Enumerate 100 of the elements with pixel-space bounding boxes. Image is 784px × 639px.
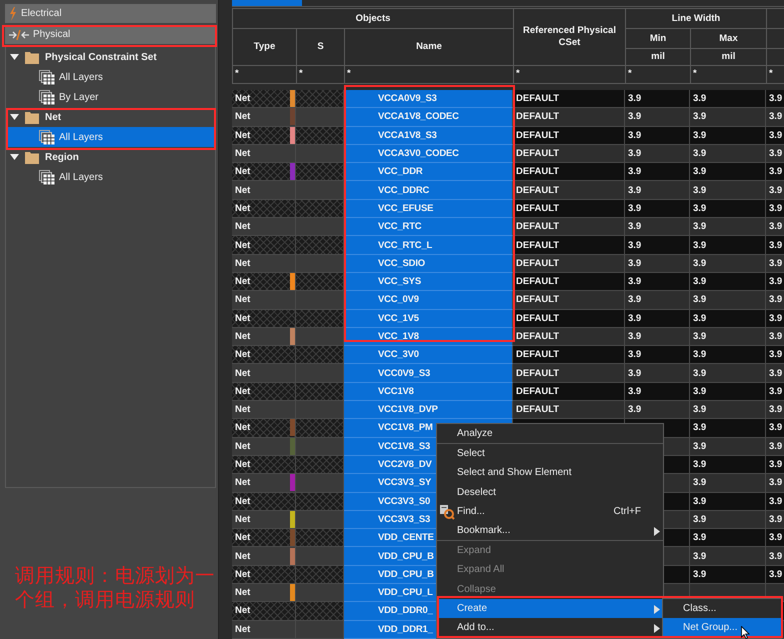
table-cell: Net: [235, 331, 250, 342]
table-cell: DEFAULT: [513, 108, 625, 127]
table-cell: 3.9: [625, 181, 690, 200]
folder-icon: [25, 50, 39, 64]
table-cell: Net: [235, 130, 250, 141]
table-cell: 3.9: [690, 529, 766, 548]
table-cell: Net: [235, 624, 250, 635]
table-cell: 3.9: [690, 236, 766, 255]
table-cell: 3.9: [690, 291, 766, 310]
table-cell: DEFAULT: [513, 90, 625, 108]
table-cell: Net: [235, 404, 250, 416]
find-icon: [439, 504, 455, 520]
expand-arrow-icon[interactable]: [10, 54, 19, 60]
table-cell: Net: [235, 202, 250, 214]
table-cell: 3.9: [690, 401, 766, 420]
name-cell[interactable]: VCC_1V5: [344, 310, 513, 328]
table-cell: Net: [235, 477, 250, 488]
tree-item[interactable]: Physical Constraint Set: [45, 52, 157, 62]
table-cell: Net: [235, 386, 250, 397]
panel-tab[interactable]: Electrical: [5, 4, 216, 23]
table-cell: 3.9: [690, 566, 766, 584]
name-cell[interactable]: VCCA3V0_CODEC: [344, 144, 513, 164]
table-cell: 3.9: [625, 382, 690, 402]
table-cell: Net: [235, 605, 250, 616]
table-cell: Net: [235, 221, 250, 232]
table-cell: Net: [235, 440, 250, 452]
table-cell: 3.9: [690, 254, 766, 273]
table-cell: 3.9: [690, 492, 766, 511]
table-cell: 3.9: [690, 328, 766, 346]
name-cell[interactable]: VCC_DDRC: [344, 181, 513, 200]
table-cell: 3.9: [625, 310, 690, 328]
filter-field[interactable]: *: [232, 65, 297, 84]
tree-item[interactable]: All Layers: [6, 127, 215, 147]
table-cell: 3.9: [690, 181, 766, 200]
table-cell: Net: [235, 148, 250, 160]
table-cell: 3.9: [690, 382, 766, 402]
table-cell: 3.9: [625, 236, 690, 255]
table-cell: DEFAULT: [513, 364, 625, 383]
table-cell: Net: [235, 459, 250, 470]
name-cell[interactable]: VCC1V8_DVP: [344, 401, 513, 420]
table-cell: 3.9: [690, 218, 766, 236]
name-cell[interactable]: VCC1V8: [344, 382, 513, 402]
table-cell: 3.9: [625, 218, 690, 236]
table-cell: Net: [235, 349, 250, 360]
expand-arrow-icon[interactable]: [10, 154, 19, 160]
table-cell: 3.9: [690, 90, 766, 108]
name-cell[interactable]: VCC_RTC: [344, 218, 513, 236]
tree-item[interactable]: By Layer: [6, 87, 215, 107]
name-cell[interactable]: VCC_3V0: [344, 346, 513, 364]
table-cell: 3.9: [690, 310, 766, 328]
table-cell: Net: [235, 294, 250, 306]
table-icon: [39, 130, 55, 144]
table-cell: 3.9: [766, 200, 784, 218]
expand-arrow-icon[interactable]: [10, 114, 19, 120]
table-cell: DEFAULT: [513, 126, 625, 145]
table-cell: 3.9: [766, 529, 784, 548]
table-cell: DEFAULT: [513, 401, 625, 420]
table-cell: 3.9: [766, 310, 784, 328]
table-cell: 3.9: [766, 236, 784, 255]
name-cell[interactable]: VCC_SYS: [344, 272, 513, 292]
name-cell[interactable]: VCC_0V9: [344, 291, 513, 310]
name-cell[interactable]: VCC_DDR: [344, 163, 513, 182]
table-cell: 3.9: [690, 144, 766, 164]
name-cell[interactable]: VCCA0V9_S3: [344, 90, 513, 108]
table-icon: [39, 70, 55, 84]
table-icon: [39, 90, 55, 104]
name-cell[interactable]: VCC_RTC_L: [344, 236, 513, 255]
table-cell: 3.9: [766, 456, 784, 474]
table-cell: 3.9: [690, 346, 766, 364]
table-cell: 3.9: [625, 108, 690, 127]
table-cell: 3.9: [625, 163, 690, 182]
name-cell[interactable]: VCC_SDIO: [344, 254, 513, 273]
name-cell[interactable]: VCC0V9_S3: [344, 364, 513, 383]
table-cell: 3.9: [690, 200, 766, 218]
tree-item[interactable]: Net: [45, 112, 62, 122]
tree-item[interactable]: All Layers: [6, 67, 215, 87]
table-cell: Net: [235, 166, 250, 178]
menu-item[interactable]: Net Group...: [663, 618, 781, 638]
tree-item[interactable]: All Layers: [6, 167, 215, 187]
tree-item[interactable]: Region: [45, 152, 79, 162]
table-cell: Net: [235, 184, 250, 196]
table-cell: 3.9: [766, 419, 784, 438]
table-cell: Net: [235, 422, 250, 434]
menu-item[interactable]: Create: [437, 598, 663, 618]
table-cell: 3.9: [766, 163, 784, 182]
table-cell: Net: [235, 93, 250, 104]
table-cell: 3.9: [690, 510, 766, 530]
name-cell[interactable]: VCCA1V8_S3: [344, 126, 513, 145]
name-cell[interactable]: VCCA1V8_CODEC: [344, 108, 513, 127]
table-cell: Net: [235, 496, 250, 507]
table-cell: DEFAULT: [513, 181, 625, 200]
name-cell[interactable]: VCC_EFUSE: [344, 200, 513, 218]
table-cell: DEFAULT: [513, 382, 625, 402]
table-cell: DEFAULT: [513, 144, 625, 164]
arrows-icon: [9, 30, 29, 40]
table-cell: 3.9: [690, 474, 766, 493]
table-cell: 3.9: [625, 90, 690, 108]
table-cell: 3.9: [690, 272, 766, 292]
table-cell: Net: [235, 568, 250, 580]
table-cell: 3.9: [625, 254, 690, 273]
